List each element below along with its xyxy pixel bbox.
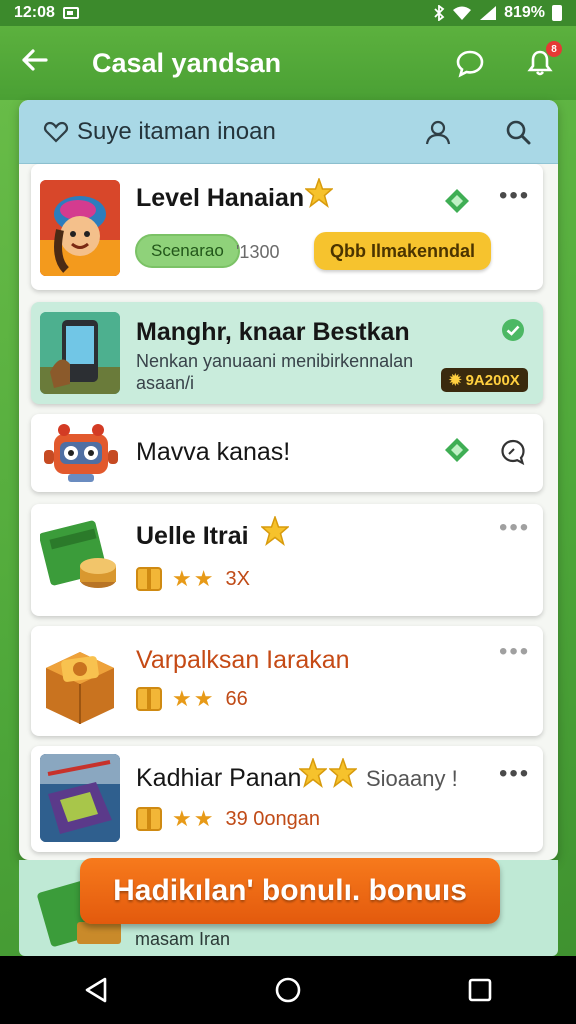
list-item[interactable]: Uelle Itrai ••• ★★ 3X (31, 504, 543, 616)
card-stats: ★★ 3X (136, 566, 250, 592)
notification-badge: 8 (546, 41, 562, 57)
battery-icon (552, 5, 562, 21)
list-item[interactable]: Manghr, knaar Bestkan Nenkan yanuaani me… (31, 302, 543, 404)
more-options-button[interactable]: ••• (499, 182, 530, 210)
back-arrow-icon[interactable] (20, 46, 60, 80)
more-options-button[interactable]: ••• (499, 514, 530, 542)
nav-home-button[interactable] (258, 960, 318, 1020)
search-label: Suye itaman inoan (77, 117, 276, 145)
rating-stars: ★★ (172, 806, 216, 831)
page-title: Casal yandsan (92, 47, 282, 78)
nav-recents-button[interactable] (450, 960, 510, 1020)
game-thumbnail-phone (40, 312, 120, 394)
user-icon (425, 120, 451, 144)
more-options-button[interactable]: ••• (499, 638, 530, 666)
signal-icon (480, 6, 497, 20)
game-thumbnail-pirate (40, 180, 120, 276)
stat-value: 3X (225, 567, 250, 590)
card-extra-label: Sioaany ! (366, 766, 458, 791)
check-circle-icon (502, 319, 524, 341)
app-bar: Casal yandsan 8 (0, 26, 576, 100)
heart-icon (44, 121, 68, 143)
star-icon (305, 178, 333, 208)
card-title: Varpalksan Iarakan (136, 646, 350, 674)
card-subtitle: Nenkan yanuaani menibirkennalan asaan/i (136, 351, 414, 393)
status-bar: 12:08 819% (0, 0, 576, 26)
notifications-button[interactable]: 8 (524, 41, 562, 79)
stat-value: 39 0ongan (225, 807, 320, 830)
battery-percent: 819% (504, 4, 545, 21)
card-stats: ★★ 39 0ongan (136, 806, 320, 832)
star-icon (261, 516, 289, 546)
card-title: Mavva kanas! (136, 438, 291, 466)
star-icon (299, 758, 327, 788)
bonus-button[interactable]: Hadikılan' bonulı. bonuıs (80, 858, 500, 924)
reward-badge-label: 9A200X (465, 371, 520, 389)
search-bar[interactable]: Suye itaman inoan (19, 100, 558, 164)
status-time: 12:08 (14, 4, 55, 21)
gem-icon (445, 438, 469, 462)
main-panel: Suye itaman inoan Level Hanaian ••• Scen… (19, 100, 558, 860)
card-title: Manghr, knaar Bestkan (136, 318, 410, 346)
search-icon (506, 120, 531, 144)
rating-stars: ★★ (172, 686, 216, 711)
rating-stars: ★★ (172, 566, 216, 591)
crate-icon (136, 807, 162, 831)
bluetooth-icon (434, 5, 445, 21)
coin-star-icon: ✹ (449, 372, 462, 389)
profile-button[interactable] (422, 116, 454, 148)
card-title: Level Hanaian (136, 184, 305, 212)
game-thumbnail-chest (40, 754, 120, 842)
crate-icon (136, 567, 162, 591)
chat-bubble-icon (456, 50, 484, 78)
system-nav-bar (0, 956, 576, 1024)
list-item[interactable]: Kadhiar Panan Sioaany ! ••• ★★ 39 0ongan (31, 746, 543, 852)
count-label: '1300 (236, 242, 280, 262)
comment-button[interactable] (497, 436, 529, 468)
gem-icon (445, 189, 469, 213)
list-item[interactable]: Mavva kanas! (31, 414, 543, 492)
nav-back-button[interactable] (66, 960, 126, 1020)
game-thumbnail-sign (40, 514, 120, 604)
wifi-icon (453, 6, 472, 20)
list-item[interactable]: Level Hanaian ••• Scenarao '1300 Qbb Ilm… (31, 164, 543, 290)
game-thumbnail-box (40, 634, 120, 728)
action-pill-button[interactable]: Qbb Ilmakenndal (314, 232, 492, 270)
comment-icon (501, 439, 525, 466)
search-button[interactable] (502, 116, 534, 148)
circle-home-icon (275, 977, 301, 1003)
chat-button[interactable] (454, 47, 486, 79)
reward-badge: ✹ 9A200X (441, 368, 528, 392)
stat-value: 66 (225, 687, 248, 710)
list-item[interactable]: Varpalksan Iarakan ••• ★★ 66 (31, 626, 543, 736)
more-options-button[interactable]: ••• (499, 760, 530, 788)
square-recents-icon (468, 978, 492, 1002)
card-stats: ★★ 66 (136, 686, 248, 712)
game-thumbnail-robot (40, 418, 120, 488)
bonus-sub-label: masam Iran (135, 929, 231, 949)
star-icon (329, 758, 357, 788)
status-pill: Scenarao (135, 234, 240, 268)
status-icons: 819% (433, 4, 562, 22)
card-title: Uelle Itrai (136, 522, 249, 550)
gallery-notification-icon (62, 7, 79, 19)
card-title: Kadhiar Panan (136, 764, 302, 792)
crate-icon (136, 687, 162, 711)
triangle-back-icon (85, 977, 107, 1003)
